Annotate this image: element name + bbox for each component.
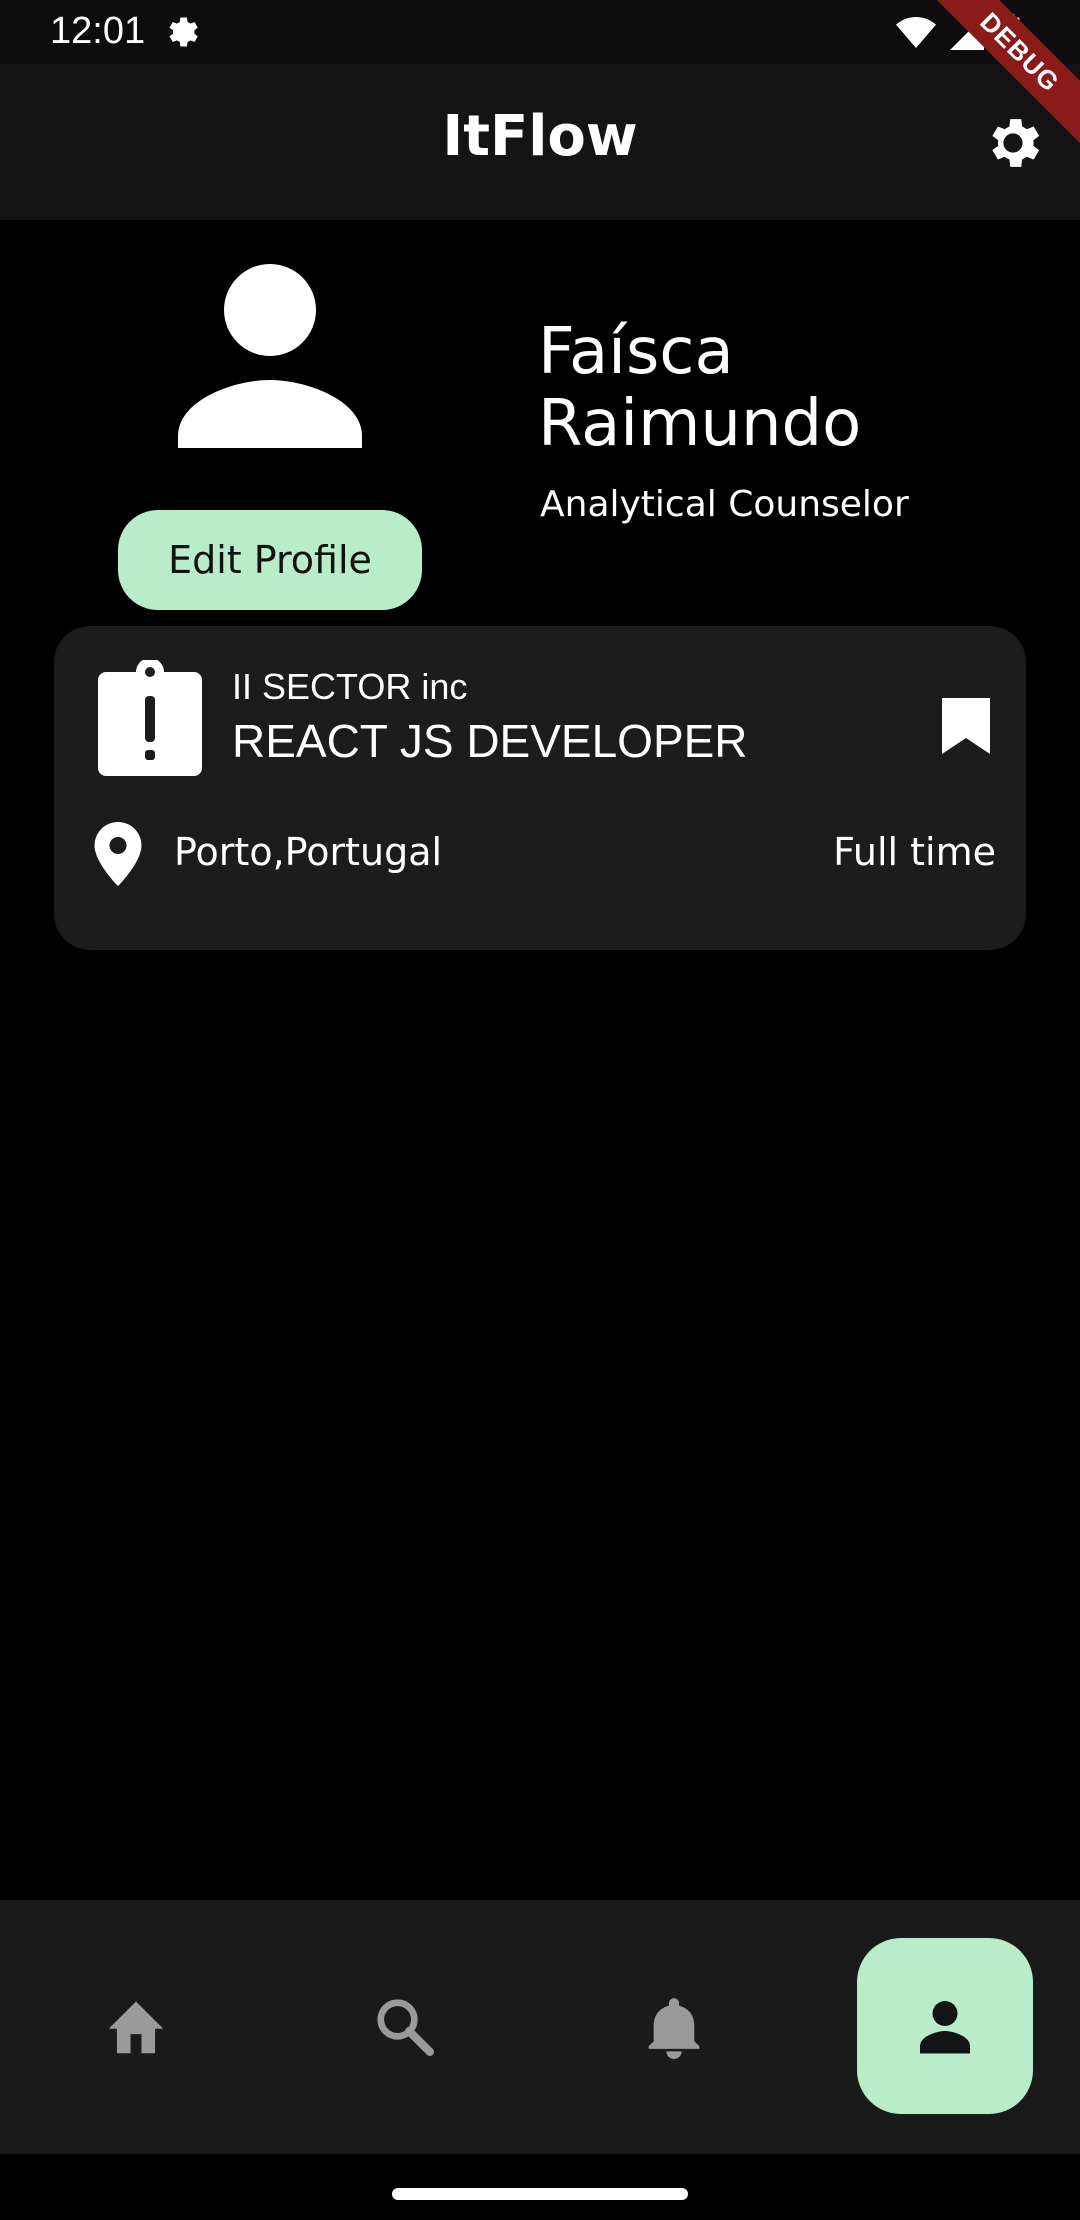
edit-profile-button[interactable]: Edit Profile (118, 510, 422, 610)
bottom-navigation (0, 1900, 1080, 2154)
profile-name: Faísca Raimundo (538, 315, 862, 461)
bell-icon (648, 1998, 700, 2059)
job-card[interactable]: II SECTOR inc REACT JS DEVELOPER Porto,P… (54, 626, 1026, 950)
home-icon (108, 2001, 164, 2054)
profile-role: Analytical Counselor (540, 484, 909, 525)
app-bar: ItFlow (0, 64, 1080, 220)
job-title: REACT JS DEVELOPER (232, 715, 748, 767)
nav-profile[interactable] (857, 1938, 1033, 2114)
home-gesture-bar[interactable] (392, 2188, 688, 2200)
bookmark-icon[interactable] (938, 694, 994, 754)
status-time: 12:01 (50, 10, 146, 52)
wifi-icon (896, 17, 936, 48)
settings-gear-icon[interactable] (980, 110, 1046, 176)
app-title: ItFlow (442, 104, 638, 169)
nav-home[interactable] (66, 1956, 206, 2096)
location-pin-icon (94, 822, 142, 886)
search-icon (377, 1999, 434, 2056)
status-bar: 12:01 (0, 0, 1080, 64)
settings-status-icon (169, 17, 198, 47)
nav-notifications[interactable] (604, 1956, 744, 2096)
job-clipboard-alert-icon (98, 660, 202, 776)
job-type: Full time (833, 830, 996, 874)
job-location: Porto,Portugal (174, 830, 443, 874)
gesture-area (0, 2154, 1080, 2220)
nav-search[interactable] (334, 1956, 474, 2096)
avatar-person-icon (178, 264, 362, 448)
company-name: II SECTOR inc (232, 666, 468, 707)
person-icon (920, 2001, 970, 2054)
